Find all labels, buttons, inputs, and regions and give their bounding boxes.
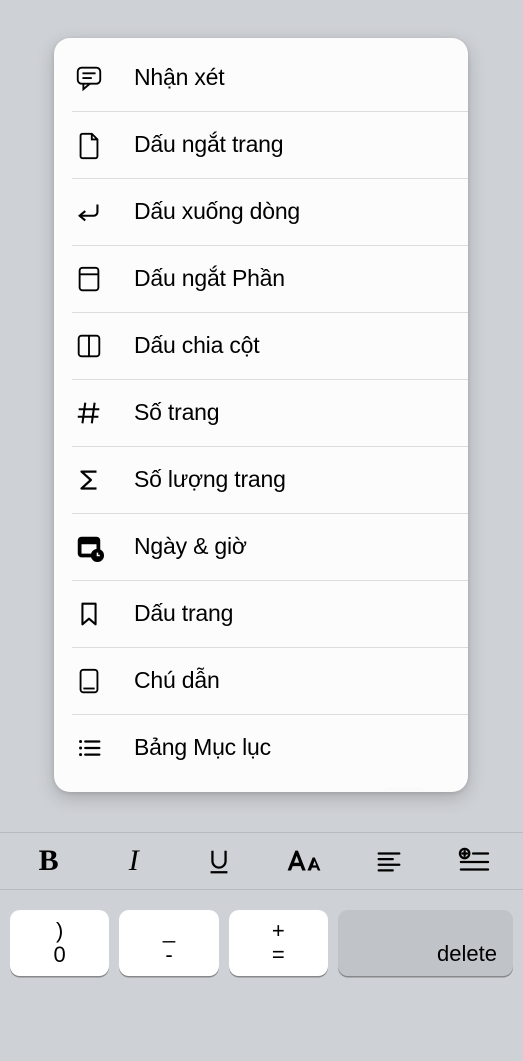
insert-menu-list: Nhận xét Dấu ngắt trang Dấu xuống dòng [54, 38, 468, 787]
line-break-icon [74, 197, 104, 227]
bold-glyph: B [39, 844, 59, 878]
menu-item-label: Dấu chia cột [134, 332, 259, 359]
menu-item-page-count[interactable]: Số lượng trang [54, 446, 468, 513]
section-break-icon [74, 264, 104, 294]
menu-item-label: Dấu ngắt Phần [134, 265, 285, 292]
hash-icon [74, 398, 104, 428]
bold-button[interactable]: B [13, 839, 85, 883]
comment-icon [74, 63, 104, 93]
text-style-button[interactable] [268, 839, 340, 883]
menu-item-column-break[interactable]: Dấu chia cột [54, 312, 468, 379]
menu-item-label: Ngày & giờ [134, 533, 247, 560]
underline-icon [204, 846, 234, 876]
key-bottom-label: 0 [54, 943, 66, 967]
page-break-icon [74, 130, 104, 160]
insert-icon [457, 846, 491, 876]
align-button[interactable] [353, 839, 425, 883]
key-delete[interactable]: delete [338, 910, 513, 976]
menu-item-label: Dấu ngắt trang [134, 131, 283, 158]
key-top-label: ) [56, 919, 63, 943]
menu-item-label: Số lượng trang [134, 466, 286, 493]
insert-menu-popover: Nhận xét Dấu ngắt trang Dấu xuống dòng [54, 38, 468, 792]
menu-item-label: Bảng Mục lục [134, 734, 271, 761]
menu-item-line-break[interactable]: Dấu xuống dòng [54, 178, 468, 245]
menu-item-label: Dấu trang [134, 600, 233, 627]
sigma-icon [74, 465, 104, 495]
format-toolbar: B I [0, 832, 523, 890]
italic-button[interactable]: I [98, 839, 170, 883]
insert-button[interactable] [438, 839, 510, 883]
menu-item-page-break[interactable]: Dấu ngắt trang [54, 111, 468, 178]
align-icon [373, 846, 405, 876]
calendar-icon [74, 532, 104, 562]
menu-item-date-time[interactable]: Ngày & giờ [54, 513, 468, 580]
underline-button[interactable] [183, 839, 255, 883]
key-equals[interactable]: + = [229, 910, 328, 976]
menu-item-toc[interactable]: Bảng Mục lục [54, 714, 468, 781]
menu-item-label: Nhận xét [134, 64, 224, 91]
column-break-icon [74, 331, 104, 361]
italic-glyph: I [129, 844, 139, 878]
key-top-label: + [272, 919, 285, 943]
key-bottom-label: = [272, 943, 285, 967]
menu-item-label: Dấu xuống dòng [134, 198, 300, 225]
menu-item-bookmark[interactable]: Dấu trang [54, 580, 468, 647]
text-style-icon [285, 846, 323, 876]
key-0[interactable]: ) 0 [10, 910, 109, 976]
toc-icon [74, 733, 104, 763]
menu-item-label: Số trang [134, 399, 219, 426]
key-delete-label: delete [437, 942, 497, 966]
footnote-icon [74, 666, 104, 696]
menu-item-comment[interactable]: Nhận xét [54, 44, 468, 111]
key-top-label: _ [163, 919, 175, 943]
keyboard: ) 0 _ - + = delete [0, 890, 523, 1061]
menu-item-label: Chú dẫn [134, 667, 220, 694]
bookmark-icon [74, 599, 104, 629]
menu-item-section-break[interactable]: Dấu ngắt Phần [54, 245, 468, 312]
menu-item-page-number[interactable]: Số trang [54, 379, 468, 446]
menu-item-footnote[interactable]: Chú dẫn [54, 647, 468, 714]
key-bottom-label: - [165, 943, 172, 967]
key-minus[interactable]: _ - [119, 910, 218, 976]
